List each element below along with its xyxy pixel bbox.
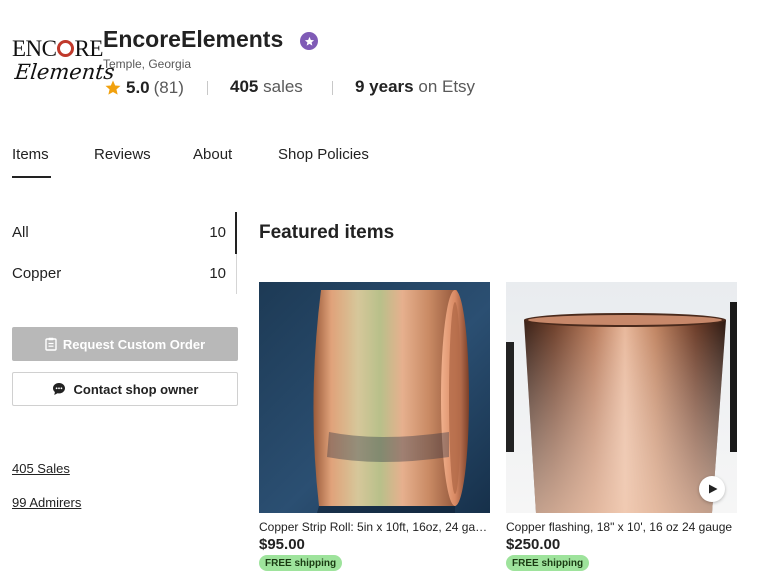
sales-stat: 405 sales (230, 77, 303, 97)
years-stat: 9 years on Etsy (355, 77, 475, 97)
sales-link[interactable]: 405 Sales (12, 461, 70, 476)
tab-shop-policies[interactable]: Shop Policies (278, 146, 369, 163)
logo-text-right: RE (74, 36, 104, 61)
logo-ring-icon (57, 40, 74, 57)
free-shipping-badge: FREE shipping (259, 555, 343, 571)
request-custom-order-button[interactable]: Request Custom Order (12, 327, 238, 361)
sales-text: sales (263, 77, 303, 96)
tab-items[interactable]: Items (12, 146, 49, 163)
logo-wordmark: ENC RE (12, 36, 103, 62)
sales-number: 405 (230, 77, 259, 96)
clipboard-icon (45, 337, 57, 351)
sidebar-divider (236, 254, 237, 294)
tab-about[interactable]: About (193, 146, 232, 163)
stat-divider (207, 81, 208, 95)
tab-reviews[interactable]: Reviews (94, 146, 151, 163)
listing-price: $250.00 (506, 536, 561, 553)
stat-divider (332, 81, 333, 95)
star-seller-badge-icon[interactable] (300, 32, 318, 50)
admirers-link[interactable]: 99 Admirers (12, 495, 81, 510)
active-tab-indicator (12, 176, 51, 178)
shop-logo: ENC RE Elements (12, 36, 116, 92)
sidebar-item-label: All (12, 223, 29, 241)
featured-items-heading: Featured items (259, 222, 395, 243)
sidebar-item-count: 10 (209, 264, 226, 282)
logo-script: Elements (13, 60, 116, 84)
listing-price: $95.00 (259, 536, 305, 553)
sidebar-item-count: 10 (209, 223, 226, 241)
sidebar-active-indicator (235, 212, 237, 254)
rating-value: 5.0 (126, 78, 150, 97)
shop-rating[interactable]: 5.0 (81) (104, 77, 184, 99)
years-text: on Etsy (418, 77, 476, 96)
logo-text-left: ENC (12, 36, 57, 61)
contact-shop-owner-button[interactable]: Contact shop owner (12, 372, 238, 406)
shop-location: Temple, Georgia (103, 57, 192, 71)
listing-title[interactable]: Copper flashing, 18" x 10', 16 oz 24 gau… (506, 520, 737, 534)
message-bubble-icon (52, 383, 65, 395)
years-number: 9 years (355, 77, 414, 96)
request-button-label: Request Custom Order (62, 336, 206, 352)
play-icon[interactable] (699, 476, 725, 502)
listing-title[interactable]: Copper Strip Roll: 5in x 10ft, 16oz, 24 … (259, 520, 490, 534)
star-icon (105, 80, 121, 95)
sidebar-item-all[interactable]: All 10 (12, 221, 226, 243)
sidebar-item-copper[interactable]: Copper 10 (12, 262, 226, 284)
sidebar-item-label: Copper (12, 264, 62, 282)
listing-image-copper-strip-roll[interactable] (259, 282, 490, 513)
shop-name: EncoreElements (103, 26, 284, 52)
rating-count: (81) (153, 78, 184, 97)
contact-button-label: Contact shop owner (73, 381, 199, 397)
free-shipping-badge: FREE shipping (506, 555, 590, 571)
